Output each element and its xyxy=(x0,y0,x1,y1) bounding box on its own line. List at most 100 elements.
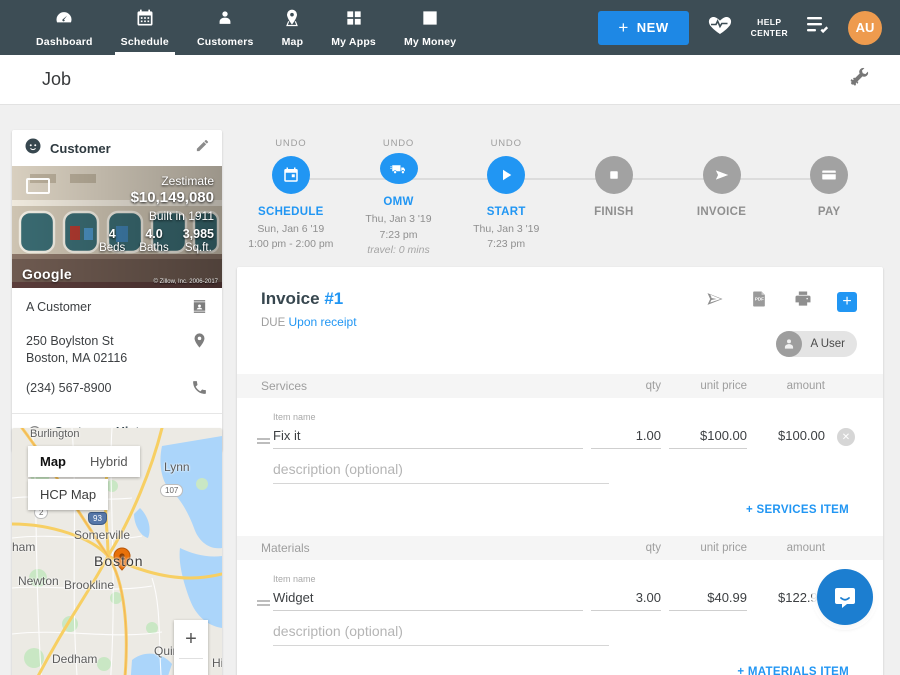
item-name-label: Item name xyxy=(273,412,583,422)
nav-dashboard-label: Dashboard xyxy=(36,36,93,48)
app-window: Dashboard Schedule Customers Map xyxy=(0,0,900,675)
drag-handle-icon[interactable] xyxy=(257,436,273,446)
print-icon[interactable] xyxy=(793,289,813,314)
map-type-hybrid-button[interactable]: Hybrid xyxy=(78,446,140,477)
zestimate-value: $10,149,080 xyxy=(99,189,214,206)
edit-customer-icon[interactable] xyxy=(195,138,210,158)
unit-price-column-header: unit price xyxy=(669,380,747,392)
map-widget[interactable]: Burlington Lynn 107 2 93 Somerville ham … xyxy=(12,428,222,675)
invoice-number[interactable]: #1 xyxy=(324,289,343,308)
customer-address-row[interactable]: 250 Boylston St Boston, MA 02116 xyxy=(26,332,208,367)
nav-customers[interactable]: Customers xyxy=(183,0,268,55)
assignee-chip[interactable]: A User xyxy=(776,331,857,357)
nav-schedule-label: Schedule xyxy=(121,36,169,48)
invoice-card: Invoice #1 DUE Upon receipt PDF + xyxy=(237,267,883,675)
service-unit-price-input[interactable] xyxy=(669,426,747,449)
material-qty-input[interactable] xyxy=(591,588,661,611)
start-step-label: START xyxy=(487,206,526,218)
phone-icon[interactable] xyxy=(191,379,208,401)
photo-frame-icon[interactable] xyxy=(26,178,50,194)
map-type-map-button[interactable]: Map xyxy=(28,446,78,477)
drag-handle-icon[interactable] xyxy=(257,598,273,608)
assignee-name: A User xyxy=(810,338,845,350)
map-label-boston: Boston xyxy=(94,553,144,569)
map-label-burlington: Burlington xyxy=(30,428,80,440)
contact-card-icon[interactable] xyxy=(191,298,208,320)
timeline-step-schedule: UNDO SCHEDULE Sun, Jan 6 '19 1:00 pm - 2… xyxy=(237,138,345,258)
service-qty-input[interactable] xyxy=(591,426,661,449)
map-label-newton: Newton xyxy=(18,574,59,588)
google-watermark: Google xyxy=(22,266,72,282)
customer-name-row[interactable]: A Customer xyxy=(26,298,208,320)
material-amount: $122.97 xyxy=(755,590,825,605)
material-unit-price-input[interactable] xyxy=(669,588,747,611)
schedule-step-datetime: Sun, Jan 6 '19 1:00 pm - 2:00 pm xyxy=(248,222,333,252)
job-progress-timeline: UNDO SCHEDULE Sun, Jan 6 '19 1:00 pm - 2… xyxy=(237,138,883,258)
due-terms-link[interactable]: Upon receipt xyxy=(288,315,356,329)
built-year: Built in 1911 xyxy=(99,209,214,223)
amount-column-header: amount xyxy=(755,380,825,392)
start-step-datetime: Thu, Jan 3 '19 7:23 pm xyxy=(473,222,539,252)
nav-my-money[interactable]: My Money xyxy=(390,0,470,55)
sqft-value: 3,985 xyxy=(183,227,214,241)
delete-service-item-button[interactable]: ✕ xyxy=(837,428,855,446)
plus-icon: + xyxy=(618,18,628,38)
beds-label: Beds xyxy=(99,242,125,254)
undo-schedule-button[interactable]: UNDO xyxy=(275,138,306,152)
omw-step-button[interactable] xyxy=(380,153,418,184)
job-settings-icon[interactable] xyxy=(848,66,870,93)
customer-name: A Customer xyxy=(26,298,191,316)
pdf-icon[interactable]: PDF xyxy=(749,289,769,314)
pay-step-label: PAY xyxy=(818,206,841,218)
help-center-link[interactable]: HELP CENTER xyxy=(751,17,788,38)
user-avatar[interactable]: AU xyxy=(848,11,882,45)
undo-start-button[interactable]: UNDO xyxy=(491,138,522,152)
add-material-item-link[interactable]: + MATERIALS ITEM xyxy=(737,666,849,675)
pay-step-button[interactable] xyxy=(810,156,848,194)
add-invoice-button[interactable]: + xyxy=(837,292,857,312)
zoom-in-button[interactable]: + xyxy=(174,620,208,658)
invoice-step-button[interactable] xyxy=(703,156,741,194)
invoice-header: Invoice #1 DUE Upon receipt PDF + xyxy=(237,267,883,374)
page-title: Job xyxy=(42,69,71,90)
service-description-input[interactable] xyxy=(273,459,609,484)
chat-launcher-button[interactable] xyxy=(817,569,873,625)
service-item-row: Item name $100.00 ✕ xyxy=(237,398,883,449)
service-name-input[interactable] xyxy=(273,426,583,449)
page-header: Job xyxy=(0,55,900,105)
map-pin-icon xyxy=(282,8,302,33)
truck-icon xyxy=(390,160,408,178)
nav-schedule[interactable]: Schedule xyxy=(107,0,183,55)
new-button-label: NEW xyxy=(637,20,669,35)
top-navigation: Dashboard Schedule Customers Map xyxy=(0,0,900,55)
omw-step-datetime: Thu, Jan 3 '19 7:23 pm travel: 0 mins xyxy=(365,212,431,258)
new-button[interactable]: + NEW xyxy=(598,11,688,45)
schedule-step-button[interactable] xyxy=(272,156,310,194)
item-name-label: Item name xyxy=(273,574,583,584)
dashboard-icon xyxy=(54,8,74,33)
start-step-button[interactable] xyxy=(487,156,525,194)
material-name-input[interactable] xyxy=(273,588,583,611)
hcp-map-button[interactable]: HCP Map xyxy=(28,479,108,510)
nav-map-label: Map xyxy=(282,36,304,48)
baths-value: 4.0 xyxy=(139,227,168,241)
material-description-input[interactable] xyxy=(273,621,609,646)
health-heart-icon[interactable] xyxy=(707,13,733,42)
undo-omw-button[interactable]: UNDO xyxy=(383,138,414,149)
activity-feed-icon[interactable] xyxy=(806,15,830,40)
customer-face-icon xyxy=(24,137,42,160)
location-pin-icon[interactable] xyxy=(191,332,208,354)
finish-step-button[interactable] xyxy=(595,156,633,194)
customer-address: 250 Boylston St Boston, MA 02116 xyxy=(26,332,191,367)
nav-map[interactable]: Map xyxy=(268,0,318,55)
send-invoice-icon[interactable] xyxy=(705,289,725,314)
nav-dashboard[interactable]: Dashboard xyxy=(22,0,107,55)
map-type-controls: Map Hybrid HCP Map xyxy=(28,446,140,510)
zoom-out-button[interactable]: − xyxy=(174,659,208,675)
nav-my-apps[interactable]: My Apps xyxy=(317,0,390,55)
customer-phone-row[interactable]: (234) 567-8900 xyxy=(26,379,208,401)
svg-text:PDF: PDF xyxy=(755,297,764,302)
add-service-item-link[interactable]: + SERVICES ITEM xyxy=(746,504,849,516)
timeline-step-omw: UNDO OMW Thu, Jan 3 '19 7:23 pm travel: … xyxy=(345,138,453,258)
customer-card: Customer xyxy=(12,130,222,451)
